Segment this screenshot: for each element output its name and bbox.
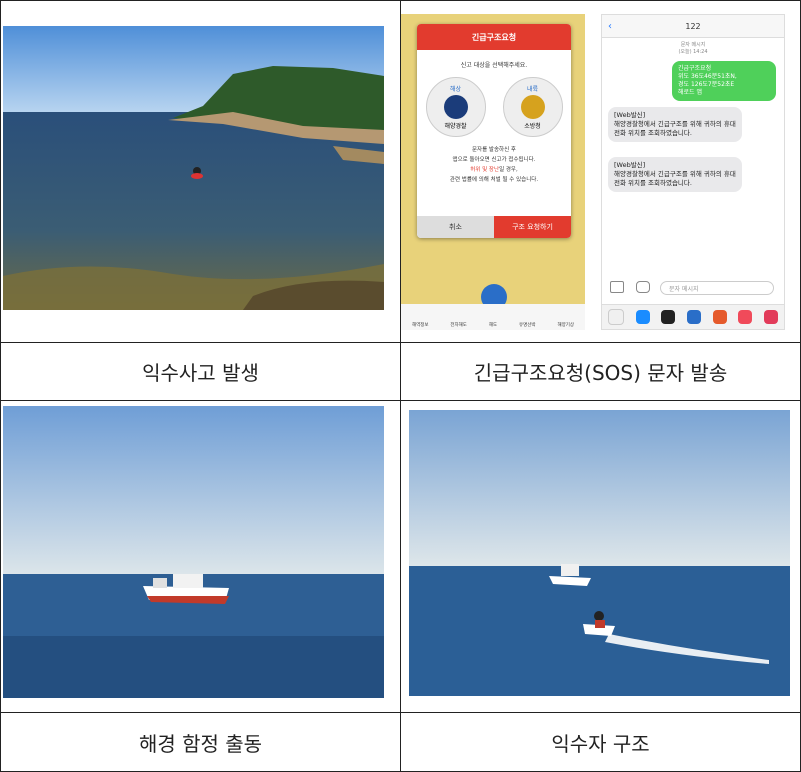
nav-item[interactable]: 전자해도 <box>450 322 467 328</box>
sos-app-screenshot: 긴급구조요청 신고 대상을 선택해주세요. 해상 해양경찰 내륙 소방청 문자를… <box>401 14 585 330</box>
notice-line-rest: 일 경우, <box>499 167 518 173</box>
caption-drowning: 익수사고 발생 <box>142 361 259 385</box>
document-table: 긴급구조요청 신고 대상을 선택해주세요. 해상 해양경찰 내륙 소방청 문자를… <box>0 0 801 772</box>
notice-warning: 허위 및 장난 <box>470 167 500 173</box>
badge-sea-label: 해상 <box>449 86 462 93</box>
dialog-subtitle: 신고 대상을 선택해주세요. <box>460 62 528 69</box>
appstore-icon[interactable] <box>635 310 650 324</box>
nav-item[interactable]: 유명선박 <box>519 322 536 328</box>
appstore-icon[interactable] <box>636 281 650 293</box>
incoming-message: [Web발신] 해양경찰청에서 긴급구조를 위해 귀하의 휴대전화 위치를 조회… <box>608 107 742 142</box>
camera-icon[interactable] <box>610 281 624 293</box>
message-input[interactable]: 문자 메시지 <box>660 281 774 295</box>
badge-coast-guard-name: 해양경찰 <box>444 123 467 130</box>
meta-line: 문자 메시지 <box>680 42 706 48</box>
imessage-app-bar <box>602 304 784 329</box>
caption-dispatch: 해경 함정 출동 <box>138 731 263 756</box>
sms-header: ‹ 122 <box>602 15 784 38</box>
nav-item[interactable]: 해도 <box>489 322 497 328</box>
sos-dialog: 긴급구조요청 신고 대상을 선택해주세요. 해상 해양경찰 내륙 소방청 문자를… <box>417 24 571 238</box>
heart-icon[interactable] <box>764 310 779 324</box>
notice-line: 관련 법률에 의해 처벌 될 수 있습니다. <box>449 177 539 183</box>
nav-item[interactable]: 해역정보 <box>412 322 429 328</box>
music-icon[interactable] <box>738 310 753 324</box>
dialog-notice: 문자를 발송하신 후 앱으로 돌아오면 신고가 접수됩니다. 허위 및 장난일 … <box>417 145 571 185</box>
notice-line: 문자를 발송하신 후 <box>472 147 516 153</box>
caption-rescue: 익수자 구조 <box>551 731 650 756</box>
coast-guard-emblem-icon <box>443 95 468 119</box>
dialog-title: 긴급구조요청 <box>417 24 571 50</box>
sms-number: 122 <box>685 21 701 31</box>
caption-sos: 긴급구조요청(SOS) 문자 발송 <box>473 361 728 385</box>
request-rescue-button[interactable]: 구조 요청하기 <box>494 216 571 238</box>
meta-line: (오늘) 14:24 <box>678 49 708 55</box>
table-border <box>0 400 801 401</box>
fire-agency-emblem-icon <box>520 95 545 119</box>
memoji-icon[interactable] <box>686 310 701 324</box>
drowning-photo <box>3 26 384 310</box>
incoming-message: [Web발신] 해양경찰청에서 긴급구조를 위해 귀하의 휴대전화 위치를 조회… <box>608 157 742 192</box>
badge-land-label: 내륙 <box>526 86 539 93</box>
outgoing-message: 긴급구조요청 위도 36도46분51초N, 경도 126도7분52초E 해로드 … <box>672 61 776 101</box>
photos-icon[interactable] <box>607 309 624 325</box>
rescue-photo <box>409 410 790 696</box>
app-bottom-nav: 해역정보 전자해도 해도 유명선박 해양기상 <box>401 304 585 330</box>
coast-guard-badge[interactable]: 해상 해양경찰 <box>425 77 486 137</box>
table-border <box>0 0 801 1</box>
patrol-boat-photo <box>3 406 384 698</box>
badge-fire-agency-name: 소방청 <box>524 123 541 130</box>
nav-item[interactable]: 해양기상 <box>557 322 574 328</box>
activity-icon[interactable] <box>661 310 676 324</box>
notice-line: 허위 및 장난일 경우, <box>417 165 571 175</box>
sms-meta: 문자 메시지 (오늘) 14:24 <box>602 42 784 56</box>
animoji-icon[interactable] <box>712 310 727 324</box>
notice-line: 앱으로 돌아오면 신고가 접수됩니다. <box>452 157 536 163</box>
fire-agency-badge[interactable]: 내륙 소방청 <box>502 77 563 137</box>
cancel-button[interactable]: 취소 <box>417 216 494 238</box>
sms-screenshot: ‹ 122 문자 메시지 (오늘) 14:24 긴급구조요청 위도 36도46분… <box>601 14 785 330</box>
back-icon[interactable]: ‹ <box>608 21 612 32</box>
